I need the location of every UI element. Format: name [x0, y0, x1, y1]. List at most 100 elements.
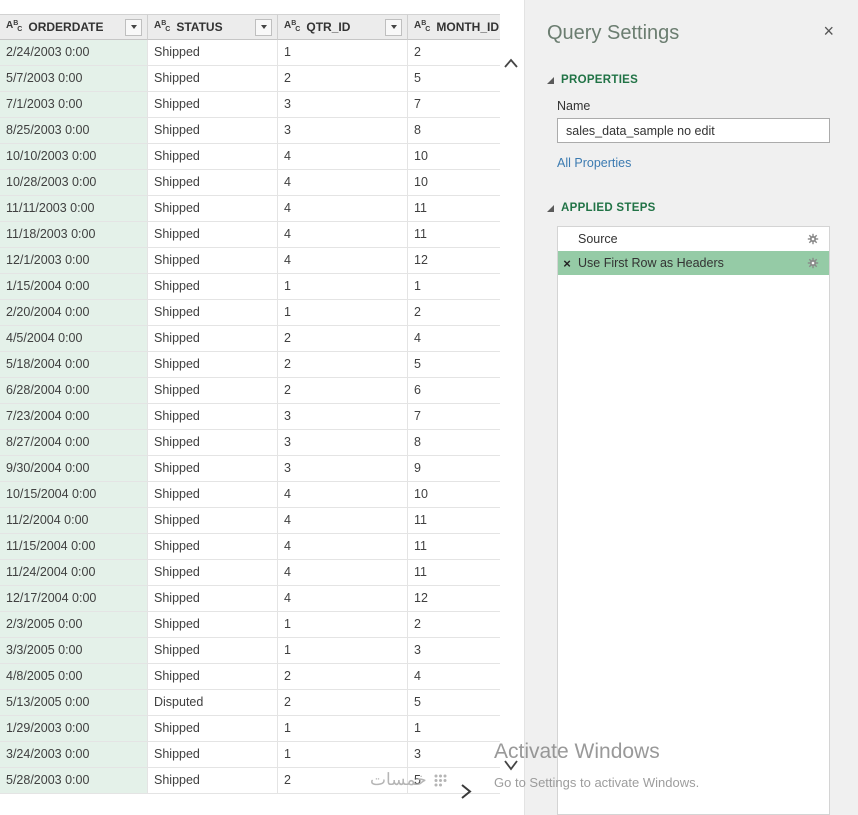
table-cell[interactable]: 11 — [408, 508, 500, 534]
table-cell[interactable]: 9 — [408, 456, 500, 482]
table-cell[interactable]: 2 — [278, 768, 408, 794]
table-cell[interactable]: 11/24/2004 0:00 — [0, 560, 148, 586]
column-header-status[interactable]: A B C STATUS — [148, 14, 278, 40]
table-cell[interactable]: Shipped — [148, 534, 278, 560]
table-cell[interactable]: 7/23/2004 0:00 — [0, 404, 148, 430]
table-cell[interactable]: 3 — [278, 118, 408, 144]
table-cell[interactable]: Shipped — [148, 92, 278, 118]
table-cell[interactable]: Shipped — [148, 664, 278, 690]
table-cell[interactable]: Shipped — [148, 222, 278, 248]
table-cell[interactable]: Shipped — [148, 40, 278, 66]
table-cell[interactable]: Shipped — [148, 274, 278, 300]
table-cell[interactable]: 4 — [408, 664, 500, 690]
properties-section-header[interactable]: PROPERTIES — [547, 74, 830, 86]
table-cell[interactable]: 4 — [278, 560, 408, 586]
applied-steps-section-header[interactable]: APPLIED STEPS — [547, 202, 830, 214]
close-icon[interactable]: × — [823, 22, 834, 40]
table-cell[interactable]: 1 — [278, 638, 408, 664]
table-cell[interactable]: 2 — [278, 352, 408, 378]
table-cell[interactable]: 1/29/2003 0:00 — [0, 716, 148, 742]
table-cell[interactable]: 7 — [408, 404, 500, 430]
table-cell[interactable]: 10 — [408, 144, 500, 170]
table-cell[interactable]: 2 — [278, 66, 408, 92]
table-cell[interactable]: Shipped — [148, 430, 278, 456]
table-cell[interactable]: 11/18/2003 0:00 — [0, 222, 148, 248]
table-cell[interactable]: Shipped — [148, 586, 278, 612]
table-cell[interactable]: 10 — [408, 482, 500, 508]
table-cell[interactable]: 3/24/2003 0:00 — [0, 742, 148, 768]
table-cell[interactable]: 2 — [408, 612, 500, 638]
table-cell[interactable]: 1 — [278, 40, 408, 66]
table-cell[interactable]: 1 — [408, 716, 500, 742]
scroll-right-icon[interactable] — [457, 782, 475, 801]
table-cell[interactable]: 5/13/2005 0:00 — [0, 690, 148, 716]
delete-step-icon[interactable]: × — [558, 256, 576, 271]
all-properties-link[interactable]: All Properties — [557, 156, 631, 170]
table-cell[interactable]: 2 — [278, 690, 408, 716]
applied-step[interactable]: × Use First Row as Headers — [558, 251, 829, 275]
table-cell[interactable]: 4/8/2005 0:00 — [0, 664, 148, 690]
table-cell[interactable]: 2 — [278, 378, 408, 404]
table-cell[interactable]: 10/28/2003 0:00 — [0, 170, 148, 196]
table-cell[interactable]: 1 — [278, 716, 408, 742]
table-cell[interactable]: 4 — [278, 508, 408, 534]
table-cell[interactable]: 7/1/2003 0:00 — [0, 92, 148, 118]
table-cell[interactable]: 1 — [278, 274, 408, 300]
table-cell[interactable]: Shipped — [148, 612, 278, 638]
table-cell[interactable]: 1 — [278, 300, 408, 326]
table-cell[interactable]: 3 — [408, 742, 500, 768]
table-cell[interactable]: Shipped — [148, 404, 278, 430]
table-cell[interactable]: Shipped — [148, 326, 278, 352]
table-cell[interactable]: 2 — [278, 664, 408, 690]
table-cell[interactable]: 1/15/2004 0:00 — [0, 274, 148, 300]
table-cell[interactable]: Shipped — [148, 144, 278, 170]
table-cell[interactable]: 2/3/2005 0:00 — [0, 612, 148, 638]
table-cell[interactable]: 4 — [278, 144, 408, 170]
table-cell[interactable]: 4 — [278, 534, 408, 560]
table-cell[interactable]: 2 — [408, 300, 500, 326]
table-cell[interactable]: 10/15/2004 0:00 — [0, 482, 148, 508]
table-cell[interactable]: Shipped — [148, 300, 278, 326]
table-cell[interactable]: Shipped — [148, 560, 278, 586]
table-cell[interactable]: 5 — [408, 66, 500, 92]
table-cell[interactable]: 3/3/2005 0:00 — [0, 638, 148, 664]
table-cell[interactable]: 5/28/2003 0:00 — [0, 768, 148, 794]
applied-step[interactable]: Source — [558, 227, 829, 251]
table-cell[interactable]: Shipped — [148, 508, 278, 534]
table-cell[interactable]: Shipped — [148, 768, 278, 794]
table-cell[interactable]: 3 — [278, 456, 408, 482]
column-header-qtr_id[interactable]: A B C QTR_ID — [278, 14, 408, 40]
table-cell[interactable]: 11 — [408, 560, 500, 586]
table-cell[interactable]: 12 — [408, 586, 500, 612]
table-cell[interactable]: 5/7/2003 0:00 — [0, 66, 148, 92]
table-cell[interactable]: 3 — [278, 430, 408, 456]
table-cell[interactable]: 8/25/2003 0:00 — [0, 118, 148, 144]
column-header-orderdate[interactable]: A B C ORDERDATE — [0, 14, 148, 40]
table-cell[interactable]: 2/24/2003 0:00 — [0, 40, 148, 66]
table-cell[interactable]: 11/2/2004 0:00 — [0, 508, 148, 534]
table-cell[interactable]: Shipped — [148, 170, 278, 196]
table-cell[interactable]: 12 — [408, 248, 500, 274]
table-cell[interactable]: 1 — [408, 274, 500, 300]
table-cell[interactable]: Shipped — [148, 742, 278, 768]
table-cell[interactable]: 5 — [408, 352, 500, 378]
table-cell[interactable]: 4 — [278, 170, 408, 196]
table-cell[interactable]: 8 — [408, 430, 500, 456]
table-cell[interactable]: 4 — [278, 482, 408, 508]
table-cell[interactable]: 11/11/2003 0:00 — [0, 196, 148, 222]
table-cell[interactable]: 8/27/2004 0:00 — [0, 430, 148, 456]
table-cell[interactable]: 9/30/2004 0:00 — [0, 456, 148, 482]
table-cell[interactable]: Shipped — [148, 66, 278, 92]
table-cell[interactable]: Shipped — [148, 638, 278, 664]
table-cell[interactable]: 2 — [278, 326, 408, 352]
column-header-month_id[interactable]: A B C MONTH_ID — [408, 14, 500, 40]
table-cell[interactable]: 5 — [408, 690, 500, 716]
table-cell[interactable]: Shipped — [148, 716, 278, 742]
table-cell[interactable]: 11/15/2004 0:00 — [0, 534, 148, 560]
table-cell[interactable]: 4/5/2004 0:00 — [0, 326, 148, 352]
table-cell[interactable]: Shipped — [148, 378, 278, 404]
table-cell[interactable]: Shipped — [148, 118, 278, 144]
filter-dropdown-button[interactable] — [385, 18, 402, 36]
table-cell[interactable]: 10/10/2003 0:00 — [0, 144, 148, 170]
table-cell[interactable]: 2 — [408, 40, 500, 66]
